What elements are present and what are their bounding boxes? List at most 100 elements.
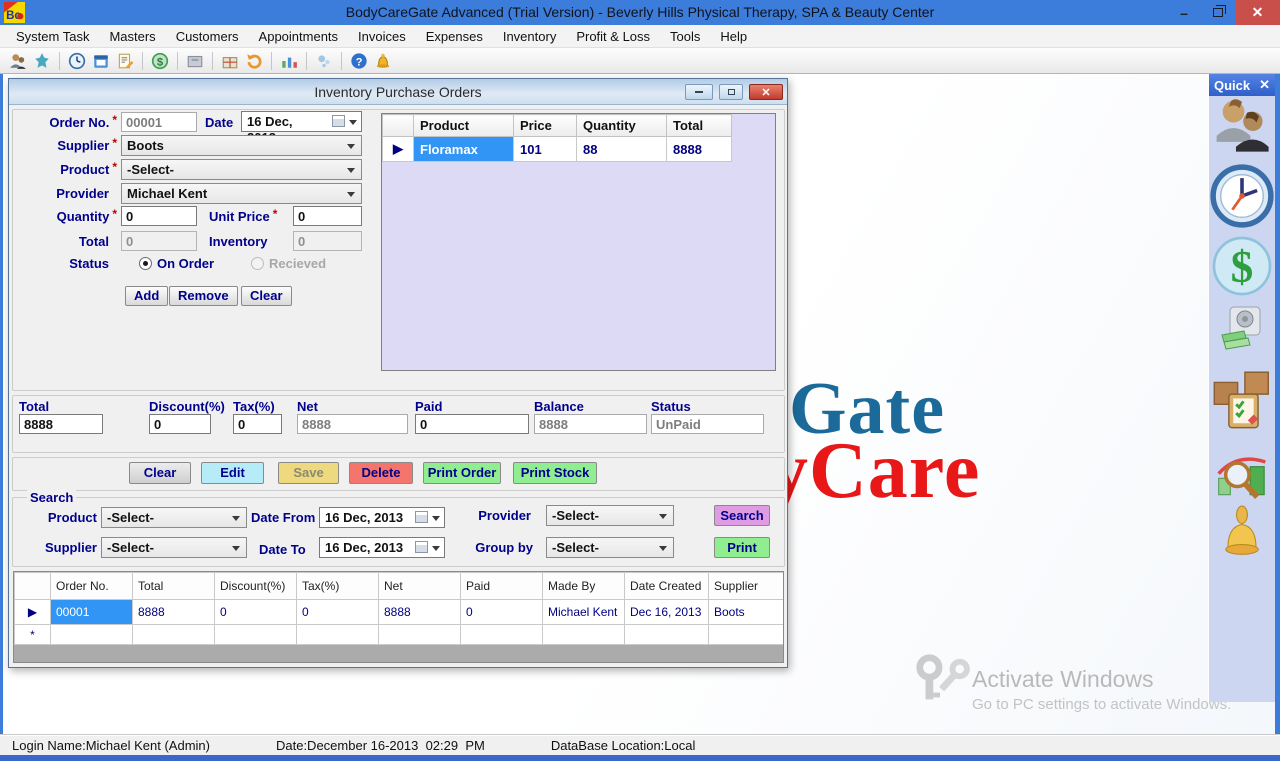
menu-item-inventory[interactable]: Inventory: [493, 25, 566, 48]
items-cell-product[interactable]: Floramax: [414, 137, 514, 162]
items-cell-price[interactable]: 101: [514, 137, 577, 162]
close-icon: ✕: [1252, 4, 1264, 21]
search-product-combobox[interactable]: -Select-: [101, 507, 247, 528]
items-col-quantity[interactable]: Quantity: [577, 115, 667, 137]
orders-cell-paid[interactable]: 0: [461, 600, 543, 625]
help-icon[interactable]: ?: [349, 51, 369, 71]
provider-combobox[interactable]: Michael Kent: [121, 183, 362, 204]
menu-item-invoices[interactable]: Invoices: [348, 25, 416, 48]
orders-grid-row[interactable]: ▶ 00001 8888 0 0 8888 0 Michael Kent Dec…: [15, 600, 785, 625]
order-no-field[interactable]: 00001: [121, 112, 197, 132]
undo-icon[interactable]: [244, 51, 264, 71]
search-button[interactable]: Search: [714, 505, 770, 526]
on-order-radio[interactable]: On Order: [139, 255, 214, 273]
quick-payments-icon[interactable]: $: [1210, 234, 1274, 302]
orders-cell-supplier[interactable]: Boots: [709, 600, 785, 625]
window-minimize-button[interactable]: –: [1167, 0, 1201, 25]
clear-button[interactable]: Clear: [129, 462, 191, 484]
menu-item-appointments[interactable]: Appointments: [249, 25, 349, 48]
orders-cell-tax[interactable]: 0: [297, 600, 379, 625]
total-field[interactable]: 8888: [19, 414, 103, 434]
chart-icon[interactable]: [279, 51, 299, 71]
quick-customers-icon[interactable]: [1213, 96, 1271, 160]
row-selector-icon[interactable]: ▶: [15, 600, 51, 625]
quantity-field[interactable]: 0: [121, 206, 197, 226]
dialog-minimize-button[interactable]: [685, 84, 713, 100]
date-to-picker[interactable]: 16 Dec, 2013: [319, 537, 445, 558]
orders-col-total[interactable]: Total: [133, 573, 215, 600]
orders-cell-date-created[interactable]: Dec 16, 2013: [625, 600, 709, 625]
supplier-combobox[interactable]: Boots: [121, 135, 362, 156]
orders-col-supplier[interactable]: Supplier: [709, 573, 785, 600]
quick-inventory-icon[interactable]: [1207, 362, 1277, 438]
items-grid-row[interactable]: ▶ Floramax 101 88 8888: [383, 137, 732, 162]
orders-cell-total[interactable]: 8888: [133, 600, 215, 625]
paid-field[interactable]: 0: [415, 414, 529, 434]
menu-item-masters[interactable]: Masters: [99, 25, 165, 48]
orders-col-discount[interactable]: Discount(%): [215, 573, 297, 600]
order-date-picker[interactable]: 16 Dec, 2013: [241, 111, 362, 132]
quick-sidebar-close-icon[interactable]: ✕: [1259, 77, 1270, 93]
bell-icon[interactable]: [373, 51, 393, 71]
window-close-button[interactable]: ✕: [1235, 0, 1280, 25]
edit-button[interactable]: Edit: [201, 462, 264, 484]
print-order-button[interactable]: Print Order: [423, 462, 501, 484]
customers-icon[interactable]: [8, 51, 28, 71]
orders-col-paid[interactable]: Paid: [461, 573, 543, 600]
clock-icon[interactable]: [67, 51, 87, 71]
menu-item-help[interactable]: Help: [710, 25, 757, 48]
product-combobox[interactable]: -Select-: [121, 159, 362, 180]
orders-col-made-by[interactable]: Made By: [543, 573, 625, 600]
orders-grid-new-row[interactable]: *: [15, 625, 785, 645]
print-stock-button[interactable]: Print Stock: [513, 462, 597, 484]
search-supplier-combobox[interactable]: -Select-: [101, 537, 247, 558]
orders-cell-net[interactable]: 8888: [379, 600, 461, 625]
dialog-maximize-button[interactable]: [719, 84, 743, 100]
orders-col-net[interactable]: Net: [379, 573, 461, 600]
items-col-price[interactable]: Price: [514, 115, 577, 137]
discount-field[interactable]: 0: [149, 414, 211, 434]
unit-price-field[interactable]: 0: [293, 206, 362, 226]
orders-col-tax[interactable]: Tax(%): [297, 573, 379, 600]
date-from-picker[interactable]: 16 Dec, 2013: [319, 507, 445, 528]
items-cell-total[interactable]: 8888: [667, 137, 732, 162]
orders-cell-order-no[interactable]: 00001: [51, 600, 133, 625]
orders-col-order-no[interactable]: Order No.: [51, 573, 133, 600]
menu-item-profit-loss[interactable]: Profit & Loss: [566, 25, 660, 48]
quick-appointments-clock-icon[interactable]: [1209, 163, 1275, 233]
dialog-close-button[interactable]: ✕: [749, 84, 783, 100]
clear-items-button[interactable]: Clear: [241, 286, 292, 306]
delete-button[interactable]: Delete: [349, 462, 413, 484]
money-icon[interactable]: $: [150, 51, 170, 71]
invoice-icon[interactable]: [115, 51, 135, 71]
quick-reports-icon[interactable]: [1214, 448, 1270, 500]
row-selector-icon[interactable]: ▶: [383, 137, 414, 162]
search-provider-combobox[interactable]: -Select-: [546, 505, 674, 526]
calendar-icon[interactable]: [91, 51, 111, 71]
gift-icon[interactable]: [220, 51, 240, 71]
remove-button[interactable]: Remove: [169, 286, 238, 306]
save-button[interactable]: Save: [278, 462, 339, 484]
orders-cell-discount[interactable]: 0: [215, 600, 297, 625]
orders-col-date-created[interactable]: Date Created: [625, 573, 709, 600]
orders-cell-made-by[interactable]: Michael Kent: [543, 600, 625, 625]
spa-icon[interactable]: [32, 51, 52, 71]
archive-icon[interactable]: [185, 51, 205, 71]
group-by-combobox[interactable]: -Select-: [546, 537, 674, 558]
new-row-icon[interactable]: *: [15, 625, 51, 645]
clean-icon[interactable]: [314, 51, 334, 71]
tax-field[interactable]: 0: [233, 414, 282, 434]
menu-item-tools[interactable]: Tools: [660, 25, 710, 48]
add-button[interactable]: Add: [125, 286, 168, 306]
quick-expenses-safe-icon[interactable]: [1218, 305, 1266, 355]
menu-item-system-task[interactable]: System Task: [6, 25, 99, 48]
menu-item-customers[interactable]: Customers: [166, 25, 249, 48]
quick-reminder-bell-icon[interactable]: [1216, 505, 1268, 569]
window-restore-button[interactable]: [1201, 0, 1235, 25]
items-col-product[interactable]: Product: [414, 115, 514, 137]
items-cell-quantity[interactable]: 88: [577, 137, 667, 162]
menu-item-expenses[interactable]: Expenses: [416, 25, 493, 48]
print-button[interactable]: Print: [714, 537, 770, 558]
received-radio[interactable]: Recieved: [251, 255, 326, 273]
items-col-total[interactable]: Total: [667, 115, 732, 137]
